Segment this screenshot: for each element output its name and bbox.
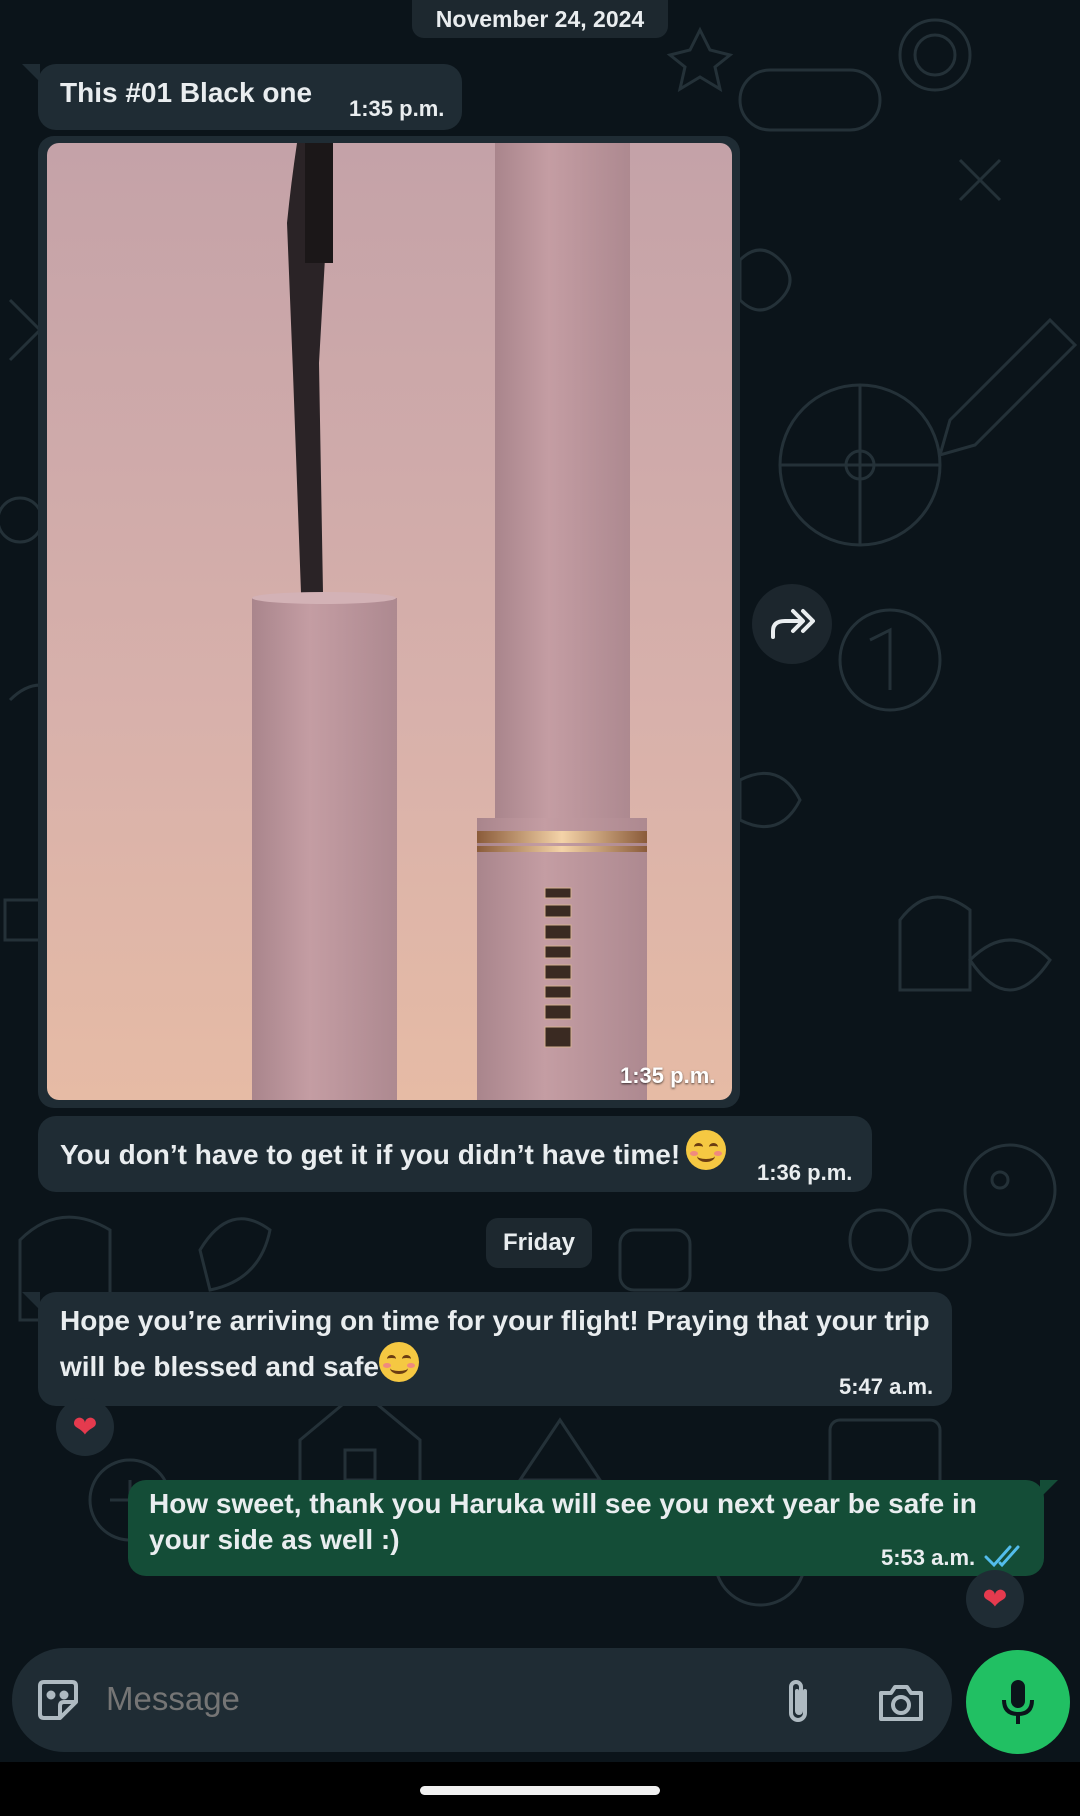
message-text-line: your side as well :)	[149, 1524, 400, 1555]
forward-button[interactable]	[752, 584, 832, 664]
mascara-photo[interactable]	[47, 143, 732, 1100]
message-text-content: will be blessed and safe	[60, 1351, 380, 1382]
camera-button[interactable]	[874, 1676, 928, 1728]
message-text-line: will be blessed and safe	[60, 1342, 420, 1388]
attach-icon	[789, 1680, 807, 1722]
mic-icon	[1002, 1680, 1034, 1724]
heart-reaction[interactable]: ❤	[966, 1570, 1024, 1628]
attach-button[interactable]	[774, 1676, 822, 1728]
message-text-line: How sweet, thank you Haruka will see you…	[149, 1488, 977, 1519]
day-divider: Friday	[486, 1218, 592, 1268]
heart-reaction[interactable]: ❤	[56, 1398, 114, 1456]
sticker-icon	[38, 1680, 78, 1720]
forward-icon	[771, 609, 815, 639]
smiling-face-emoji-icon	[379, 1342, 420, 1382]
message-time: 1:36 p.m.	[757, 1160, 853, 1185]
mic-button[interactable]	[966, 1650, 1070, 1754]
sticker-button[interactable]	[32, 1674, 84, 1726]
double-check-icon	[984, 1543, 1024, 1569]
message-text-line: Hope you’re arriving on time for your fl…	[60, 1305, 930, 1336]
home-gesture-handle[interactable]	[420, 1786, 660, 1795]
bubble-tail	[22, 1292, 40, 1310]
bubble-tail	[1040, 1480, 1058, 1498]
bubble-tail	[22, 64, 40, 82]
heart-icon: ❤	[982, 1582, 1008, 1616]
smiling-face-emoji-icon	[686, 1130, 727, 1170]
message-text-content: You don’t have to get it if you didn’t h…	[60, 1139, 681, 1170]
date-divider: November 24, 2024	[412, 0, 668, 38]
message-input[interactable]	[106, 1680, 746, 1718]
message-time: 1:35 p.m.	[349, 96, 445, 121]
message-time: 5:47 a.m.	[839, 1374, 934, 1399]
message-text: This #01 Black one	[60, 77, 313, 108]
message-time: 5:53 a.m.	[881, 1545, 976, 1570]
message-text: You don’t have to get it if you didn’t h…	[60, 1130, 727, 1176]
heart-icon: ❤	[72, 1410, 98, 1444]
camera-icon	[879, 1685, 923, 1721]
image-time: 1:35 p.m.	[620, 1063, 716, 1088]
